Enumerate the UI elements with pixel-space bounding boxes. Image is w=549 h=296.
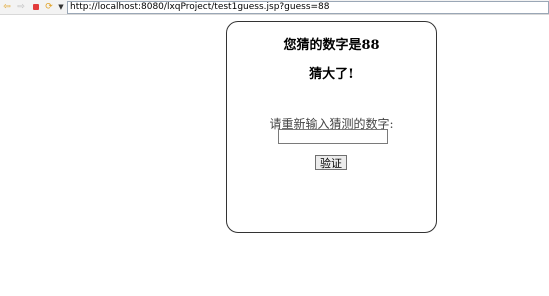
menu-dropdown-icon[interactable]: ▼ bbox=[56, 2, 66, 12]
guess-input[interactable] bbox=[278, 129, 388, 144]
forward-arrow-icon[interactable]: ⇨ bbox=[16, 2, 26, 12]
guess-card: 您猜的数字是88 猜大了! 请重新输入猜测的数字: 验证 bbox=[226, 21, 437, 233]
guessed-number: 88 bbox=[361, 38, 380, 53]
stop-icon[interactable] bbox=[31, 2, 41, 12]
title-prefix: 您猜的数字是 bbox=[283, 38, 362, 53]
hint-message: 猜大了! bbox=[309, 67, 354, 82]
refresh-icon[interactable]: ⟳ bbox=[44, 2, 54, 12]
browser-toolbar: ⇦ ⇨ ⟳ ▼ http://localhost:8080/lxqProject… bbox=[0, 0, 549, 15]
back-arrow-icon[interactable]: ⇦ bbox=[2, 2, 12, 12]
guess-result-title: 您猜的数字是88 bbox=[227, 34, 436, 53]
submit-button[interactable]: 验证 bbox=[315, 155, 347, 170]
address-bar[interactable]: http://localhost:8080/lxqProject/test1gu… bbox=[67, 1, 549, 14]
